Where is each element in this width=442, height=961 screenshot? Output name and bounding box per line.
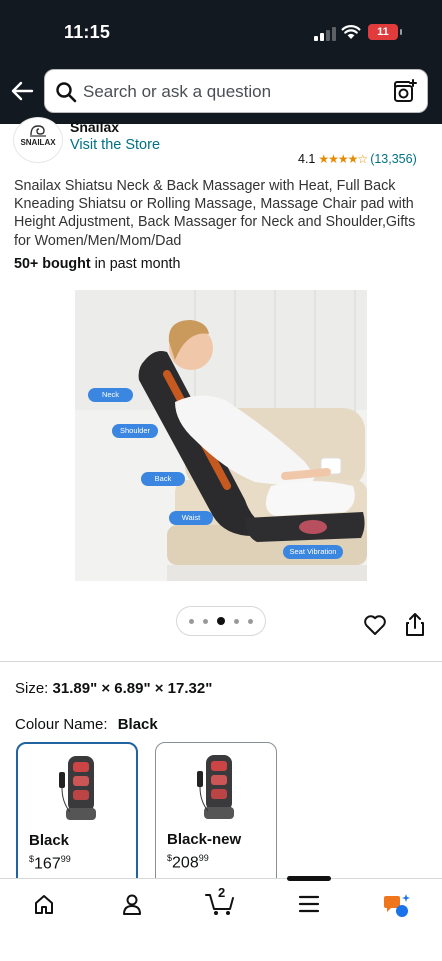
bottom-tab-bar: 2: [0, 878, 442, 961]
search-placeholder: Search or ask a question: [83, 82, 272, 101]
brand-logo[interactable]: SNAILAX: [14, 118, 62, 162]
rating-value: 4.1: [298, 152, 316, 166]
cart-count: 2: [218, 885, 226, 900]
home-icon[interactable]: [33, 893, 55, 915]
sheet-handle[interactable]: [287, 876, 331, 881]
variant-card-black[interactable]: Black $16799: [16, 742, 138, 892]
snail-icon: [30, 125, 46, 137]
carousel-dot[interactable]: [189, 618, 194, 624]
search-icon: [56, 82, 77, 103]
account-icon[interactable]: [121, 893, 143, 915]
variant-price: $16799: [29, 854, 71, 873]
rating-count[interactable]: (13,356): [370, 152, 417, 166]
rating-summary[interactable]: 4.1 ★★★★☆ (13,356): [298, 152, 417, 166]
carousel-dot[interactable]: [248, 618, 253, 624]
section-divider: [0, 661, 442, 662]
variant-thumbnail: [59, 756, 96, 820]
battery-icon: 11: [368, 24, 402, 40]
variant-name: Black-new: [167, 831, 242, 848]
carousel-dot[interactable]: [203, 618, 208, 624]
menu-icon[interactable]: [298, 893, 320, 915]
colour-label: Colour Name:: [15, 716, 108, 733]
assistant-icon[interactable]: [383, 893, 411, 919]
brand-logo-text: SNAILAX: [20, 138, 56, 147]
label-neck: Neck: [88, 388, 133, 402]
image-carousel-dots[interactable]: [177, 607, 265, 635]
search-input[interactable]: Search or ask a question: [44, 69, 428, 113]
variant-name: Black: [29, 832, 70, 849]
camera-scan-icon[interactable]: [393, 79, 417, 103]
brand-name: Snailax: [70, 119, 120, 135]
bought-suffix: in past month: [90, 256, 181, 272]
status-bar: 11:15 11: [0, 0, 442, 62]
share-icon[interactable]: [404, 612, 426, 638]
back-arrow-icon[interactable]: [10, 80, 34, 102]
carousel-dot-active[interactable]: [217, 617, 225, 625]
purchase-count: 50+ bought in past month: [14, 256, 180, 272]
size-value: 31.89" × 6.89" × 17.32": [52, 680, 213, 697]
label-shoulder: Shoulder: [112, 424, 158, 438]
product-title: Snailax Shiatsu Neck & Back Massager wit…: [14, 178, 416, 249]
variant-card-black-new[interactable]: Black-new $20899: [155, 742, 277, 892]
colour-value: Black: [117, 716, 158, 733]
cellular-signal-icon: [314, 27, 336, 41]
size-label: Size:: [15, 680, 49, 697]
cart-button[interactable]: 2: [204, 885, 236, 917]
bought-count: 50+ bought: [14, 256, 91, 272]
search-header: Search or ask a question: [0, 62, 442, 124]
visit-store-link[interactable]: Visit the Store: [70, 137, 160, 153]
label-waist: Waist: [169, 511, 213, 525]
product-image[interactable]: Neck Shoulder Back Waist Seat Vibration: [75, 290, 367, 581]
colour-row: Colour Name: Black: [15, 716, 158, 733]
status-time: 11:15: [64, 22, 111, 42]
carousel-dot[interactable]: [234, 618, 239, 624]
label-back: Back: [141, 472, 185, 486]
star-rating-icon: ★★★★☆: [318, 152, 368, 166]
variant-thumbnail: [197, 755, 234, 819]
size-row: Size: 31.89" × 6.89" × 17.32": [15, 680, 212, 697]
wifi-icon: [341, 25, 361, 39]
variant-price: $20899: [167, 853, 209, 872]
heart-icon[interactable]: [362, 613, 388, 637]
label-seat-vibration: Seat Vibration: [283, 545, 343, 559]
